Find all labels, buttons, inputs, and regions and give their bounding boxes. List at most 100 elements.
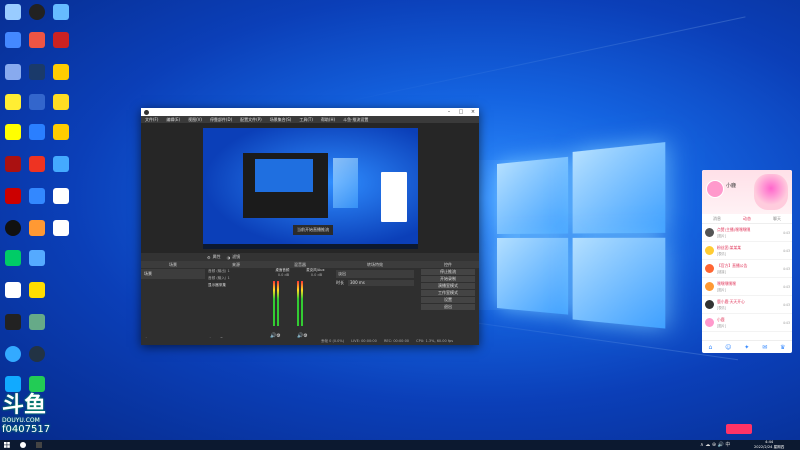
menu-file[interactable]: 文件(F)	[145, 117, 158, 123]
workspace-mode-button[interactable]: 工作室模式	[421, 290, 475, 296]
menu-profile[interactable]: 配置文件(P)	[240, 117, 262, 123]
exit-button[interactable]: 退出	[421, 304, 475, 310]
tray-icons[interactable]: ∧ ☁ ⊕ 🔊 中	[700, 441, 730, 448]
menu-view[interactable]: 视图(V)	[188, 117, 202, 123]
scenes-dock-title: 场景	[141, 261, 205, 268]
duration-input[interactable]: 300 ms	[348, 280, 414, 286]
preview-taskbar	[203, 244, 418, 249]
desktop-icon[interactable]	[48, 64, 74, 80]
desktop-icon[interactable]	[24, 314, 50, 330]
settings-button[interactable]: 设置	[421, 297, 475, 303]
item-time: 4:43	[782, 266, 790, 271]
desktop-icon[interactable]	[24, 220, 50, 236]
stop-stream-button[interactable]: 停止推流	[421, 269, 475, 275]
nav-home-icon[interactable]: ⌂	[708, 344, 712, 351]
desktop-icon[interactable]	[48, 220, 74, 236]
gear-icon[interactable]: ⚙	[207, 255, 211, 260]
list-item[interactable]: 小鹿 [图片] 4:43	[702, 314, 792, 332]
obs-preview[interactable]: 当前开始直播推流	[141, 123, 479, 261]
desktop-icon[interactable]	[48, 188, 74, 204]
desktop-icon[interactable]	[0, 282, 26, 298]
properties-button[interactable]: 属性	[213, 254, 221, 260]
source-item[interactable]: 显示器采集	[205, 282, 267, 289]
studio-mode-button[interactable]: 演播室模式	[421, 283, 475, 289]
task-view-icon[interactable]	[36, 442, 42, 448]
list-item[interactable]: 嘿嘿嘿嘿嘿 [图片] 4:43	[702, 278, 792, 296]
desktop-icon[interactable]	[48, 4, 74, 20]
tab-feed[interactable]: 动态	[732, 214, 762, 223]
item-time: 4:43	[782, 284, 790, 289]
sources-dock: 来源 音频 (输出) 1 音频 (输入) 1 显示器采集 + − ⚙ ∧ ∨	[205, 261, 268, 345]
desktop-icon[interactable]	[48, 156, 74, 172]
list-item[interactable]: 点赞(主播)嘿嘿嘿嘿 [图片] 4:43	[702, 224, 792, 242]
desktop-icon[interactable]	[24, 282, 50, 298]
desktop-icon[interactable]	[48, 32, 74, 48]
nav-profile-icon[interactable]: ♛	[780, 344, 785, 351]
obs-titlebar[interactable]: – □ ×	[141, 108, 479, 116]
tab-messages[interactable]: 消息	[702, 214, 732, 223]
tray-clock[interactable]: 4:44 2022/2/24 星期四	[754, 440, 784, 449]
close-icon[interactable]: ×	[467, 109, 479, 115]
avatar[interactable]	[706, 180, 724, 198]
desktop-icon[interactable]	[24, 156, 50, 172]
desktop-icon[interactable]	[24, 64, 50, 80]
desktop-icon[interactable]	[24, 32, 50, 48]
tray-banner[interactable]	[726, 424, 752, 434]
nav-message-icon[interactable]: ✉	[762, 344, 767, 351]
desktop-icon[interactable]	[48, 94, 74, 110]
desktop-icon[interactable]	[0, 376, 26, 392]
minimize-icon[interactable]: –	[443, 109, 455, 115]
menu-scene-collection[interactable]: 场景集合(S)	[270, 117, 292, 123]
desktop-icon[interactable]	[0, 188, 26, 204]
maximize-icon[interactable]: □	[455, 109, 467, 115]
desktop-icon[interactable]	[0, 4, 26, 20]
item-msg: [图片]	[717, 288, 726, 292]
transition-select[interactable]: 淡出	[336, 270, 414, 278]
filters-button[interactable]: 滤镜	[232, 254, 240, 260]
menu-docks[interactable]: 停靠部件(D)	[210, 117, 232, 123]
menu-douyu[interactable]: 斗鱼·推流设置	[343, 117, 368, 123]
menu-help[interactable]: 帮助(H)	[321, 117, 335, 123]
menu-edit[interactable]: 编辑(E)	[166, 117, 180, 123]
filter-icon[interactable]: ◑	[227, 255, 231, 260]
list-item[interactable]: 【官方】直播公告 [链接] 4:43	[702, 260, 792, 278]
desktop-icon[interactable]	[24, 4, 50, 20]
rec-timer: REC: 00:00:00	[383, 339, 410, 343]
desktop-icon[interactable]	[24, 124, 50, 140]
start-icon[interactable]	[4, 442, 10, 448]
item-time: 4:43	[782, 302, 790, 307]
volume-meter	[277, 281, 279, 326]
desktop-icon[interactable]	[24, 250, 50, 266]
live-timer: LIVE: 00:00:00	[351, 339, 377, 343]
desktop-icon[interactable]	[0, 346, 26, 362]
nav-friends-icon[interactable]: ☺	[725, 344, 731, 351]
desktop-icon[interactable]	[24, 94, 50, 110]
desktop-icon[interactable]	[0, 156, 26, 172]
desktop-icon[interactable]	[0, 124, 26, 140]
desktop-icon[interactable]	[0, 64, 26, 80]
source-item[interactable]: 音频 (输入) 1	[205, 275, 267, 282]
desktop-icon[interactable]	[0, 32, 26, 48]
list-item[interactable]: 鹿小鹿·天天开心 [表情] 4:43	[702, 296, 792, 314]
nav-discover-icon[interactable]: ✦	[744, 344, 749, 351]
desktop-icon[interactable]	[0, 94, 26, 110]
search-icon[interactable]	[20, 442, 26, 448]
douyu-watermark: 斗鱼 DOUYU.COM f0407517	[2, 395, 50, 436]
desktop-icon[interactable]	[24, 346, 50, 362]
start-recording-button[interactable]: 开始录制	[421, 276, 475, 282]
list-item[interactable]: 粉丝团:某某某 [表情] 4:43	[702, 242, 792, 260]
desktop-icon[interactable]	[0, 220, 26, 236]
preview-screen: 当前开始直播推流	[203, 128, 418, 249]
desktop-icon[interactable]	[0, 250, 26, 266]
scene-item[interactable]: 场景	[141, 269, 205, 279]
tab-chat[interactable]: 聊天	[762, 214, 792, 223]
menu-tools[interactable]: 工具(T)	[299, 117, 313, 123]
desktop-icon[interactable]	[48, 124, 74, 140]
desktop-icon[interactable]	[24, 376, 50, 392]
nested-preview	[255, 159, 313, 192]
desktop-icon[interactable]	[0, 314, 26, 330]
item-msg: [表情]	[717, 306, 726, 310]
windows-logo	[497, 142, 666, 336]
source-item[interactable]: 音频 (输出) 1	[205, 268, 267, 275]
desktop-icon[interactable]	[24, 188, 50, 204]
